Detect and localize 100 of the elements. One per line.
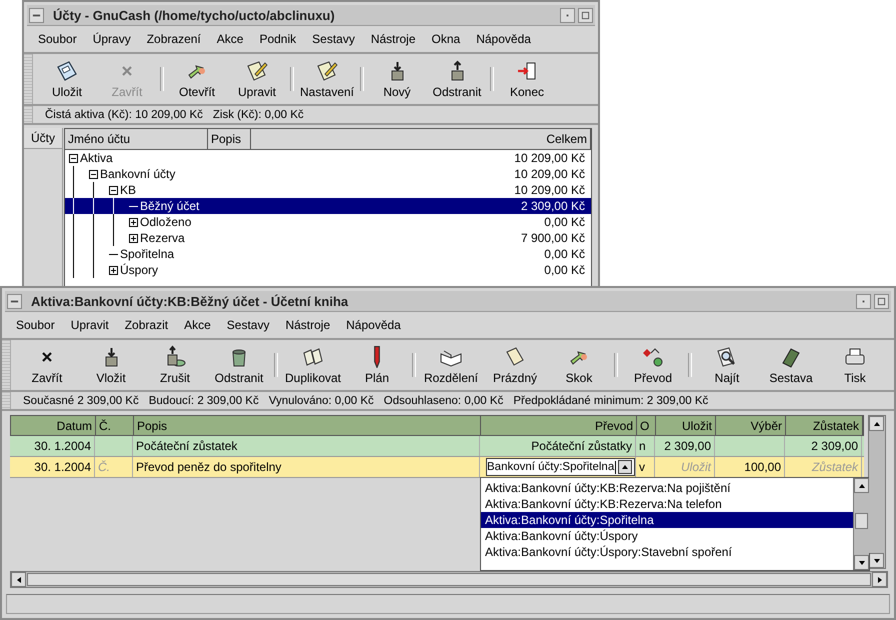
list-item[interactable]: Aktiva:Bankovní účty:KB:Rezerva:Na telefon bbox=[481, 496, 853, 512]
menu-item[interactable]: Sestavy bbox=[218, 318, 278, 332]
list-item[interactable]: Aktiva:Bankovní účty:Úspory:Stavební spoření bbox=[481, 544, 853, 560]
toolbar-button[interactable]: Skok bbox=[547, 345, 611, 385]
toolbar-handle[interactable] bbox=[2, 340, 11, 390]
toolbar-button[interactable]: Najít bbox=[695, 345, 759, 385]
account-total: 2 309,00 Kč bbox=[520, 199, 586, 213]
notepad-icon bbox=[315, 59, 339, 83]
scroll-down-button[interactable] bbox=[854, 555, 869, 570]
scroll-up-button[interactable] bbox=[854, 478, 869, 493]
menu-item[interactable]: Nástroje bbox=[277, 318, 338, 332]
register-row[interactable]: 30. 1.2004 Č. Převod peněz do spořitelny Bankovní účty:Spořitelna v Uložit 100,00 Zůstatek bbox=[10, 457, 864, 478]
menu-item[interactable]: Zobrazení bbox=[138, 32, 209, 46]
expand-icon[interactable] bbox=[109, 266, 118, 274]
square-icon bbox=[877, 296, 886, 306]
menu-item[interactable]: Soubor bbox=[8, 318, 63, 332]
tree-row[interactable]: Úspory 0,00 Kč bbox=[65, 262, 591, 278]
pen-icon bbox=[374, 346, 380, 368]
tree-row[interactable]: Běžný účet 2 309,00 Kč bbox=[65, 198, 591, 214]
toolbar-button[interactable]: Rozdělení bbox=[419, 345, 483, 385]
expand-icon[interactable] bbox=[129, 218, 138, 226]
scrollbar[interactable] bbox=[868, 415, 886, 569]
account-total: 10 209,00 Kč bbox=[514, 167, 586, 181]
register-row[interactable]: 30. 1.2004 Počáteční zůstatek Počáteční zůstatky n 2 309,00 2 309,00 bbox=[10, 436, 864, 457]
tree-row[interactable]: Odloženo 0,00 Kč bbox=[65, 214, 591, 230]
table-cell: v bbox=[639, 460, 645, 474]
toolbar-handle[interactable] bbox=[24, 106, 33, 123]
toolbar-button[interactable]: Otevřít bbox=[167, 59, 227, 99]
toolbar-button[interactable]: Zrušit bbox=[143, 345, 207, 385]
minimize-button[interactable] bbox=[560, 8, 575, 22]
toolbar-button[interactable]: Převod bbox=[621, 345, 685, 385]
menu-item[interactable]: Nástroje bbox=[362, 32, 424, 46]
window-menu-button[interactable] bbox=[29, 8, 44, 22]
scroll-down-button[interactable] bbox=[869, 553, 884, 568]
minimize-button[interactable] bbox=[856, 294, 871, 308]
toolbar-button[interactable]: Tisk bbox=[823, 345, 887, 385]
tree-row[interactable]: KB 10 209,00 Kč bbox=[65, 182, 591, 198]
scroll-right-button[interactable] bbox=[872, 572, 887, 587]
dropdown-arrow-icon bbox=[621, 463, 629, 471]
expand-icon[interactable] bbox=[129, 234, 138, 242]
scroll-left-button[interactable] bbox=[11, 572, 26, 587]
toolbar-button[interactable]: Prázdný bbox=[483, 345, 547, 385]
tree-row[interactable]: Rezerva 7 900,00 Kč bbox=[65, 230, 591, 246]
toolbar-handle[interactable] bbox=[2, 392, 11, 409]
column-header[interactable]: Celkem bbox=[251, 129, 591, 149]
collapse-icon[interactable] bbox=[69, 154, 78, 162]
menu-item[interactable]: Nápověda bbox=[338, 318, 409, 332]
toolbar-button[interactable]: Duplikovat bbox=[281, 345, 345, 385]
toolbar-button[interactable]: Vložit bbox=[79, 345, 143, 385]
toolbar-button[interactable]: Odstranit bbox=[207, 345, 271, 385]
table-cell: Převod peněz do spořitelny bbox=[136, 460, 282, 474]
list-item[interactable]: Aktiva:Bankovní účty:Úspory bbox=[481, 528, 853, 544]
transfer-field[interactable]: Bankovní účty:Spořitelna bbox=[486, 458, 635, 476]
toolbar-button[interactable]: Plán bbox=[345, 345, 409, 385]
maximize-button[interactable] bbox=[874, 294, 889, 308]
maximize-button[interactable] bbox=[578, 8, 593, 22]
menu-item[interactable]: Zobrazit bbox=[116, 318, 176, 332]
toolbar-button[interactable]: Nový bbox=[367, 59, 427, 99]
summary-text: Vynulováno: 0,00 Kč bbox=[268, 394, 374, 406]
scroll-thumb[interactable] bbox=[855, 513, 868, 529]
window-menu-button[interactable] bbox=[7, 294, 22, 308]
menu-item[interactable]: Nápověda bbox=[468, 32, 539, 46]
column-header[interactable]: Jméno účtu bbox=[65, 129, 208, 149]
column-header[interactable]: Popis bbox=[208, 129, 251, 149]
account-total: 0,00 Kč bbox=[544, 215, 586, 229]
toolbar-button[interactable]: Konec bbox=[497, 59, 557, 99]
collapse-icon[interactable] bbox=[89, 170, 98, 178]
account-total: 10 209,00 Kč bbox=[514, 183, 586, 197]
left-arrow-icon bbox=[14, 576, 22, 584]
menu-item[interactable]: Okna bbox=[424, 32, 468, 46]
menu-item[interactable]: Úpravy bbox=[84, 32, 139, 46]
toolbar-handle[interactable] bbox=[24, 54, 33, 104]
account-name: Odloženo bbox=[140, 215, 192, 229]
accounts-tab[interactable]: Účty bbox=[24, 128, 62, 149]
table-cell: 2 309,00 bbox=[811, 439, 858, 453]
tree-row[interactable]: Bankovní účty 10 209,00 Kč bbox=[65, 166, 591, 182]
toolbar-button[interactable]: Upravit bbox=[227, 59, 287, 99]
tree-row[interactable]: Aktiva 10 209,00 Kč bbox=[65, 150, 591, 166]
menu-item[interactable]: Soubor bbox=[30, 32, 85, 46]
summary-text: Předpokládané minimum: 2 309,00 Kč bbox=[513, 394, 708, 406]
menu-item[interactable]: Akce bbox=[176, 318, 219, 332]
toolbar-button[interactable]: Sestava bbox=[759, 345, 823, 385]
tree-row[interactable]: Spořitelna 0,00 Kč bbox=[65, 246, 591, 262]
account-total: 0,00 Kč bbox=[544, 247, 586, 261]
toolbar-button[interactable]: Odstranit bbox=[427, 59, 487, 99]
menu-item[interactable]: Sestavy bbox=[304, 32, 363, 46]
toolbar-button[interactable]: Uložit bbox=[37, 59, 97, 99]
toolbar-button[interactable]: Zavřít bbox=[15, 345, 79, 385]
summary-text: Zisk (Kč): 0,00 Kč bbox=[212, 108, 304, 120]
scroll-up-button[interactable] bbox=[869, 416, 884, 431]
menu-item[interactable]: Akce bbox=[208, 32, 252, 46]
collapse-icon[interactable] bbox=[109, 186, 118, 194]
toolbar-button[interactable]: Nastavení bbox=[297, 59, 357, 99]
summary-text: Čistá aktiva (Kč): 10 209,00 Kč bbox=[45, 108, 203, 120]
menu-item[interactable]: Upravit bbox=[62, 318, 117, 332]
list-item[interactable]: Aktiva:Bankovní účty:KB:Rezerva:Na pojištění bbox=[481, 480, 853, 496]
scrollbar[interactable] bbox=[853, 478, 869, 570]
account-name: Spořitelna bbox=[120, 247, 174, 261]
list-item[interactable]: Aktiva:Bankovní účty:Spořitelna bbox=[481, 512, 853, 528]
menu-item[interactable]: Podnik bbox=[251, 32, 304, 46]
